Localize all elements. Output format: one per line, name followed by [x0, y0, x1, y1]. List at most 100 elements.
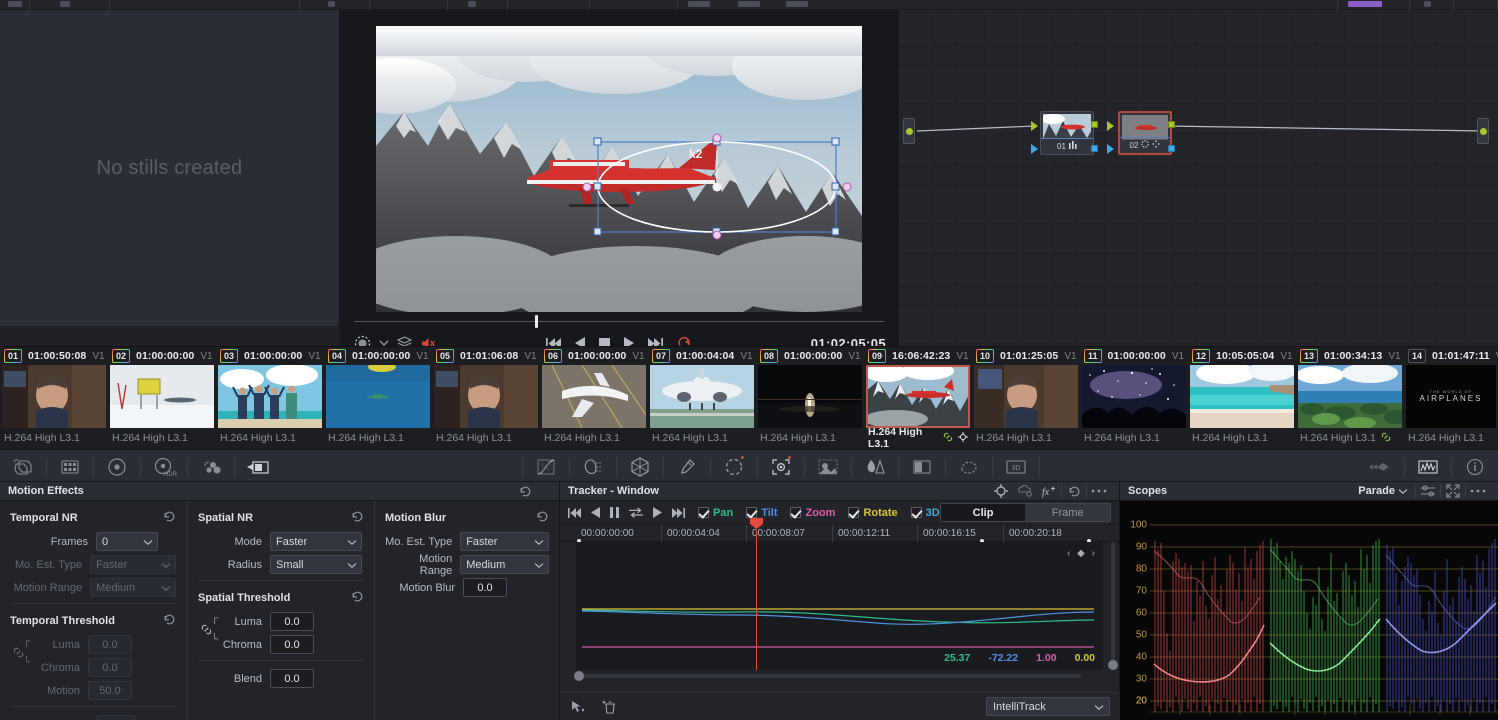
clip-13-image[interactable]	[1298, 365, 1402, 428]
node-01-key-input-arrow[interactable]	[1031, 144, 1038, 154]
clip-12-image[interactable]	[1190, 365, 1294, 428]
clip-thumb-08[interactable]: 08 01:00:00:00 V1 H.264 High L3.1	[756, 347, 864, 450]
raw-palette-icon[interactable]	[235, 450, 281, 483]
viewer-image[interactable]: k2	[376, 26, 862, 312]
key-icon[interactable]	[899, 450, 945, 483]
tracker-point-icon[interactable]	[989, 482, 1013, 501]
sizing-icon[interactable]	[946, 450, 992, 483]
node-01-output-port[interactable]	[1091, 121, 1098, 128]
clip-06-image[interactable]	[542, 365, 646, 428]
blur-icon[interactable]	[852, 450, 898, 483]
power-window-icon[interactable]	[711, 450, 757, 483]
track-bidirectional-button[interactable]	[629, 507, 643, 518]
tracker-engine-select[interactable]: IntelliTrack	[986, 697, 1110, 716]
temporal-nr-reset-icon[interactable]	[163, 510, 176, 526]
node-02-key-output-port[interactable]	[1168, 145, 1175, 152]
spatial-threshold-chroma-value[interactable]: 0.0	[270, 635, 314, 654]
tracker-options-menu-icon[interactable]	[1087, 482, 1111, 501]
scopes-icon[interactable]	[1405, 450, 1451, 483]
insert-track-point-icon[interactable]	[570, 699, 586, 715]
tracker-checkbox-rotate[interactable]: Rotate	[848, 507, 897, 519]
clip-thumb-12[interactable]: 12 10:05:05:04 V1 H.264 High L3.1	[1188, 347, 1296, 450]
clip-thumb-09[interactable]: 09 16:06:42:23 V1 H.264 High L3.1	[864, 347, 972, 450]
tracker-ruler[interactable]: 00:00:00:00 00:00:04:04 00:00:08:07 00:0…	[560, 525, 1119, 542]
temporal-threshold-chroma-value[interactable]: 0.0	[88, 658, 132, 677]
motion-blur-amount-value[interactable]: 0.0	[463, 578, 507, 597]
pan-checkbox[interactable]	[698, 507, 709, 518]
tracker-checkbox-pan[interactable]: Pan	[698, 507, 733, 519]
clip-thumb-03[interactable]: 03 01:00:00:00 V1 H.264 High L3.1	[216, 347, 324, 450]
source-output-port[interactable]	[906, 128, 913, 135]
output-input-port[interactable]	[1480, 128, 1487, 135]
tracker-reset-icon[interactable]	[1062, 482, 1086, 501]
magic-mask-icon[interactable]	[805, 450, 851, 483]
color-page-toolbar[interactable]: HDR	[0, 449, 1498, 482]
tracker-mode-frame-button[interactable]: Frame	[1025, 504, 1110, 521]
hdr-wheels-icon[interactable]: HDR	[141, 450, 187, 483]
clip-10-image[interactable]	[974, 365, 1078, 428]
clip-thumb-04[interactable]: 04 01:00:00:00 V1 H.264 High L3.1	[324, 347, 432, 450]
temporal-threshold-luma-value[interactable]: 0.0	[88, 635, 132, 654]
node-01-key-output-port[interactable]	[1091, 145, 1098, 152]
fx-tracker-icon[interactable]: fx	[1037, 482, 1061, 501]
clip-03-image[interactable]	[218, 365, 322, 428]
tracker-vscroll-handle[interactable]	[1108, 660, 1118, 670]
tracker-horizontal-scrollbar[interactable]	[560, 670, 1119, 683]
scope-settings-icon[interactable]	[1416, 482, 1440, 501]
clip-thumb-10[interactable]: 10 01:01:25:05 V1 H.264 High L3.1	[972, 347, 1080, 450]
color-match-icon[interactable]	[47, 450, 93, 483]
tracker-curve-graph[interactable]: ‹ ◆ › 25.37 -72.22 1.00 0.00	[576, 542, 1103, 670]
node-source-block[interactable]	[903, 118, 915, 144]
clip-thumb-05[interactable]: 05 01:01:06:08 V1 H.264 High L3.1	[432, 347, 540, 450]
stereo-3d-icon[interactable]: 3D	[993, 450, 1039, 483]
motion-blur-moest-select[interactable]: Faster	[460, 532, 549, 551]
node-editor-panel[interactable]: 01 02	[898, 10, 1498, 346]
tilt-checkbox[interactable]	[746, 507, 757, 518]
tracker-mode-clip-button[interactable]: Clip	[941, 504, 1026, 521]
temporal-threshold-motion-value[interactable]: 50.0	[88, 681, 132, 700]
tracker-checkbox-tilt[interactable]: Tilt	[746, 507, 777, 519]
curves-icon[interactable]	[523, 450, 569, 483]
clip-thumb-07[interactable]: 07 01:00:04:04 V1 H.264 High L3.1	[648, 347, 756, 450]
scrubber-handle[interactable]	[535, 315, 538, 328]
tracker-icon[interactable]	[758, 450, 804, 483]
node-01-input-arrow[interactable]	[1031, 121, 1038, 131]
tracker-panel[interactable]: Tracker - Window fx	[560, 482, 1120, 720]
temporal-nr-frames-select[interactable]: 0	[96, 532, 158, 551]
tracker-keyframe-nav[interactable]: ‹ ◆ ›	[1067, 548, 1097, 559]
tracker-playhead[interactable]	[756, 530, 757, 670]
clip-09-image[interactable]	[866, 365, 970, 428]
clip-thumb-02[interactable]: 02 01:00:00:00 V1 H.264 High L3.1	[108, 347, 216, 450]
clip-05-image[interactable]	[434, 365, 538, 428]
spatial-nr-reset-icon[interactable]	[351, 510, 364, 526]
primaries-icon[interactable]	[188, 450, 234, 483]
stills-gallery-icon[interactable]	[1358, 450, 1404, 483]
clip-04-image[interactable]	[326, 365, 430, 428]
clip-thumbnail-timeline[interactable]: 01 01:00:50:08 V1 H.264 High L3.1 02 01:…	[0, 346, 1498, 449]
camera-raw-icon[interactable]	[0, 450, 46, 483]
scopes-body[interactable]: 100 90 80 70 60 50 40 30 20 20 20	[1120, 501, 1498, 720]
node-02-output-port[interactable]	[1168, 121, 1175, 128]
clip-14-image[interactable]: THE WORLD OFAIRPLANES	[1406, 365, 1496, 428]
track-pause-button[interactable]	[610, 507, 619, 518]
clip-thumb-01[interactable]: 01 01:00:50:08 V1 H.264 High L3.1	[0, 347, 108, 450]
scopes-options-menu-icon[interactable]	[1466, 482, 1490, 501]
threed-checkbox[interactable]	[911, 507, 922, 518]
viewer-scrubber[interactable]	[340, 312, 898, 330]
clip-07-image[interactable]	[650, 365, 754, 428]
gallery-panel[interactable]: No stills created	[0, 10, 340, 326]
tracker-mode-buttons[interactable]: Clip Frame	[940, 503, 1111, 522]
track-forward-button[interactable]	[653, 507, 662, 518]
spatial-nr-radius-select[interactable]: Small	[270, 555, 362, 574]
node-02[interactable]: 02	[1118, 111, 1172, 155]
temporal-nr-moest-select[interactable]: Faster	[90, 555, 176, 574]
spatial-threshold-blend-value[interactable]: 0.0	[270, 669, 314, 688]
zoom-checkbox[interactable]	[790, 507, 801, 518]
motion-blur-reset-icon[interactable]	[536, 510, 549, 526]
temporal-threshold-blend-value[interactable]: 0.0	[96, 715, 136, 720]
temporal-threshold-reset-icon[interactable]	[163, 613, 176, 629]
temporal-nr-range-select[interactable]: Medium	[90, 578, 176, 597]
clip-thumb-14[interactable]: 14 01:01:47:11 V1 THE WORLD OFAIRPLANES …	[1404, 347, 1498, 450]
node-01[interactable]: 01	[1040, 111, 1094, 155]
spatial-nr-mode-select[interactable]: Faster	[270, 532, 362, 551]
